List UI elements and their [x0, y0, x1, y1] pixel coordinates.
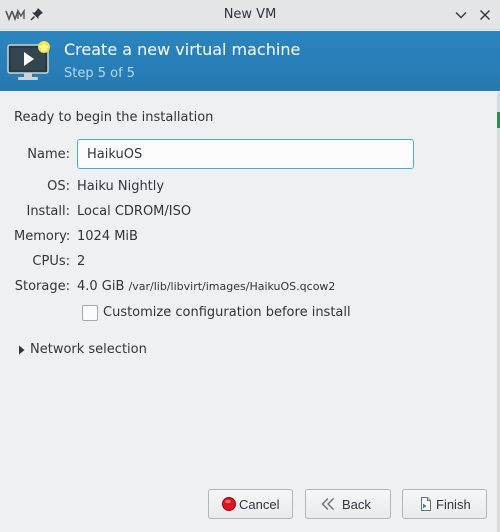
intro-text: Ready to begin the installation — [14, 110, 214, 125]
window-title: New VM — [223, 7, 277, 22]
storage-size: 4.0 GiB — [77, 279, 125, 294]
name-field[interactable] — [77, 139, 414, 169]
customize-checkbox[interactable] — [82, 305, 98, 321]
cancel-button[interactable]: Cancel — [208, 489, 293, 519]
memory-value: 1024 MiB — [77, 229, 138, 244]
finish-button[interactable]: Finish — [402, 489, 487, 519]
back-button[interactable]: Back — [305, 489, 391, 519]
customize-label[interactable]: Customize configuration before install — [103, 305, 351, 320]
back-button-label: Back — [342, 497, 371, 512]
finish-document-icon — [419, 497, 433, 511]
header-banner: Create a new virtual machine Step 5 of 5 — [0, 31, 500, 91]
page-title: Create a new virtual machine — [64, 40, 301, 59]
storage-label: Storage: — [14, 279, 70, 294]
finish-button-label: Finish — [436, 497, 471, 512]
chevron-down-icon[interactable] — [452, 6, 470, 24]
cpus-value: 2 — [77, 254, 86, 269]
name-label: Name: — [27, 147, 70, 162]
step-indicator: Step 5 of 5 — [64, 66, 136, 81]
os-value: Haiku Nightly — [77, 179, 165, 194]
install-value: Local CDROM/ISO — [77, 204, 192, 219]
new-vm-dialog: New VM Create a new virtual machine Step… — [0, 0, 500, 532]
back-arrow-icon — [321, 497, 335, 511]
memory-label: Memory: — [14, 229, 71, 244]
cpus-label: CPUs: — [32, 254, 70, 269]
vm-monitor-icon — [6, 39, 54, 83]
cancel-button-label: Cancel — [239, 497, 280, 512]
triangle-right-icon[interactable] — [18, 344, 26, 355]
cancel-circle-icon — [222, 497, 236, 511]
os-label: OS: — [47, 179, 70, 194]
close-icon[interactable] — [476, 6, 494, 24]
network-selection-label[interactable]: Network selection — [30, 342, 147, 357]
title-bar[interactable]: New VM — [0, 0, 500, 30]
storage-value: 4.0 GiB /var/lib/libvirt/images/HaikuOS.… — [77, 279, 335, 294]
install-label: Install: — [26, 204, 70, 219]
storage-path: /var/lib/libvirt/images/HaikuOS.qcow2 — [128, 280, 336, 293]
